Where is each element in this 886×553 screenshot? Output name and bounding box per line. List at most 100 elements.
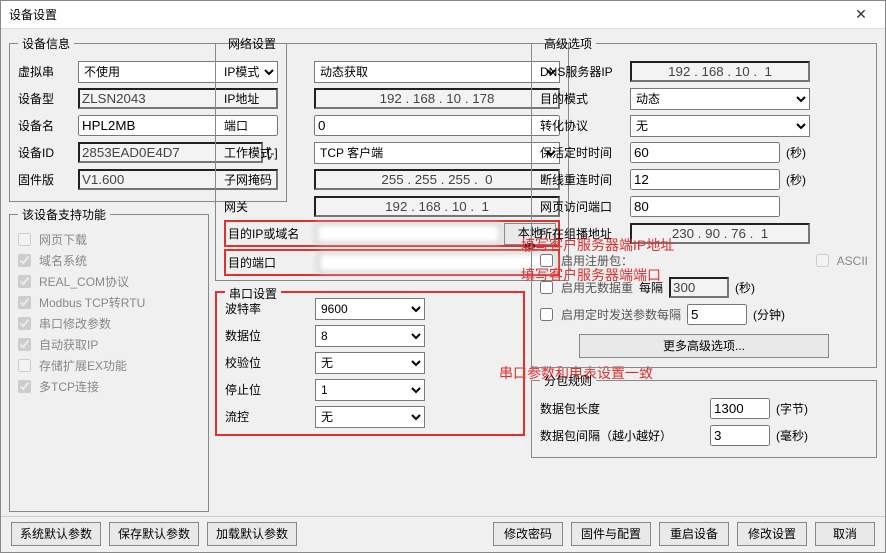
features-group: 该设备支持功能 网页下载域名系统 REAL_COM协议 Modbus TCP转RTU…	[9, 206, 209, 512]
packet-len-input[interactable]	[710, 398, 770, 419]
webport-input[interactable]	[630, 196, 780, 217]
cancel-button[interactable]: 取消	[815, 522, 875, 546]
network-legend: 网络设置	[224, 35, 280, 52]
parity-select[interactable]: 无	[315, 352, 425, 374]
feature-item-6: 存储扩展EX功能	[18, 355, 200, 376]
gateway-value	[314, 196, 560, 217]
feature-label: 多TCP连接	[39, 378, 99, 395]
dest-ip-label: 目的IP或域名	[228, 225, 316, 242]
baud-select[interactable]: 9600	[315, 298, 425, 320]
port-label: 端口	[224, 117, 314, 134]
feature-label: REAL_COM协议	[39, 273, 129, 290]
serial-group-box: 串口设置 波特率 9600 数据位 8 校验位 无 停止位 1 流控 无 串口参…	[215, 291, 525, 436]
timed-checkbox[interactable]	[540, 308, 553, 321]
device-name-label: 设备名	[18, 117, 78, 134]
stopbits-label: 停止位	[225, 381, 315, 398]
change-pwd-button[interactable]: 修改密码	[493, 522, 563, 546]
ip-mode-select[interactable]: 动态获取	[314, 61, 560, 83]
proto-select[interactable]: 无	[630, 115, 810, 137]
feature-item-5: 自动获取IP	[18, 334, 200, 355]
port-input[interactable]	[314, 115, 560, 136]
feature-item-0: 网页下载	[18, 229, 200, 250]
webport-label: 网页访问端口	[540, 198, 630, 215]
keepalive-label: 保活定时时间	[540, 144, 630, 161]
keepalive-unit: (秒)	[786, 144, 806, 161]
device-id-label: 设备ID	[18, 144, 78, 161]
feature-item-4: 串口修改参数	[18, 313, 200, 334]
feature-checkbox	[18, 359, 31, 372]
baud-label: 波特率	[225, 300, 315, 317]
databits-label: 数据位	[225, 327, 315, 344]
apply-button[interactable]: 修改设置	[737, 522, 807, 546]
timed-check[interactable]: 启用定时发送参数每隔	[540, 304, 681, 325]
feature-label: 网页下载	[39, 231, 87, 248]
feature-item-2: REAL_COM协议	[18, 271, 200, 292]
feature-checkbox	[18, 254, 31, 267]
feature-item-3: Modbus TCP转RTU	[18, 292, 200, 313]
feature-label: 域名系统	[39, 252, 87, 269]
reconnect-unit: (秒)	[786, 171, 806, 188]
settings-window: 设备设置 ✕ 设备信息 虚拟串 不使用 设备型 设备名	[0, 0, 886, 553]
packet-interval-input[interactable]	[710, 425, 770, 446]
features-legend: 该设备支持功能	[18, 206, 110, 223]
load-default-button[interactable]: 加载默认参数	[207, 522, 297, 546]
dns-label: DNS服务器IP	[540, 63, 630, 80]
flowctrl-select[interactable]: 无	[315, 406, 425, 428]
feature-checkbox	[18, 338, 31, 351]
packet-group: 分包规则 数据包长度 (字节) 数据包间隔（越小越好） (毫秒)	[531, 372, 877, 458]
feature-checkbox	[18, 380, 31, 393]
save-default-button[interactable]: 保存默认参数	[109, 522, 199, 546]
restart-button[interactable]: 重启设备	[659, 522, 729, 546]
packet-len-label: 数据包长度	[540, 400, 710, 417]
footer: 系统默认参数 保存默认参数 加载默认参数 修改密码 固件与配置 重启设备 修改设…	[1, 516, 885, 552]
annotation-ip: 填写客户服务器端IP地址	[521, 235, 674, 255]
content: 设备信息 虚拟串 不使用 设备型 设备名 设备ID	[1, 29, 885, 516]
annotation-port: 填写客户服务器端端口	[521, 265, 661, 285]
keepalive-input[interactable]	[630, 142, 780, 163]
advanced-legend: 高级选项	[540, 35, 596, 52]
firmware-label: 固件版	[18, 171, 78, 188]
titlebar: 设备设置 ✕	[1, 1, 885, 29]
flowctrl-label: 流控	[225, 408, 315, 425]
fw-config-button[interactable]: 固件与配置	[571, 522, 651, 546]
window-title: 设备设置	[9, 6, 57, 23]
feature-label: 串口修改参数	[39, 315, 111, 332]
gateway-label: 网关	[224, 198, 314, 215]
work-mode-select[interactable]: TCP 客户端	[314, 142, 560, 164]
stopbits-select[interactable]: 1	[315, 379, 425, 401]
timed-value[interactable]	[687, 304, 747, 325]
feature-item-1: 域名系统	[18, 250, 200, 271]
feature-checkbox	[18, 317, 31, 330]
subnet-value	[314, 169, 560, 190]
sys-default-button[interactable]: 系统默认参数	[11, 522, 101, 546]
feature-checkbox	[18, 296, 31, 309]
nodata-value	[669, 277, 729, 298]
databits-select[interactable]: 8	[315, 325, 425, 347]
reconnect-label: 断线重连时间	[540, 171, 630, 188]
dns-value	[630, 61, 810, 82]
dest-port-label: 目的端口	[228, 254, 318, 271]
advanced-group: 高级选项 DNS服务器IP 目的模式 动态 转化协议 无 保活定时时间 (秒) …	[531, 35, 877, 368]
close-icon[interactable]: ✕	[841, 6, 881, 23]
ip-addr-label: IP地址	[224, 90, 314, 107]
ip-addr-value	[314, 88, 560, 109]
proto-label: 转化协议	[540, 117, 630, 134]
dest-mode-select[interactable]: 动态	[630, 88, 810, 110]
packet-interval-label: 数据包间隔（越小越好）	[540, 427, 710, 444]
feature-label: Modbus TCP转RTU	[39, 294, 145, 311]
device-info-legend: 设备信息	[18, 35, 74, 52]
device-type-label: 设备型	[18, 90, 78, 107]
ascii-check: ASCII	[816, 250, 868, 271]
feature-label: 存储扩展EX功能	[39, 357, 127, 374]
virtual-com-label: 虚拟串	[18, 63, 78, 80]
reconnect-input[interactable]	[630, 169, 780, 190]
packet-legend: 分包规则	[540, 372, 596, 389]
network-group: 网络设置 IP模式 动态获取 IP地址 端口 工作模式 TCP 客户端 子网掩码…	[215, 35, 569, 281]
dest-ip-input[interactable]	[316, 223, 501, 244]
more-advanced-button[interactable]: 更多高级选项...	[579, 334, 829, 358]
ip-mode-label: IP模式	[224, 63, 314, 80]
feature-label: 自动获取IP	[39, 336, 98, 353]
feature-checkbox	[18, 233, 31, 246]
feature-checkbox	[18, 275, 31, 288]
work-mode-label: 工作模式	[224, 144, 314, 161]
